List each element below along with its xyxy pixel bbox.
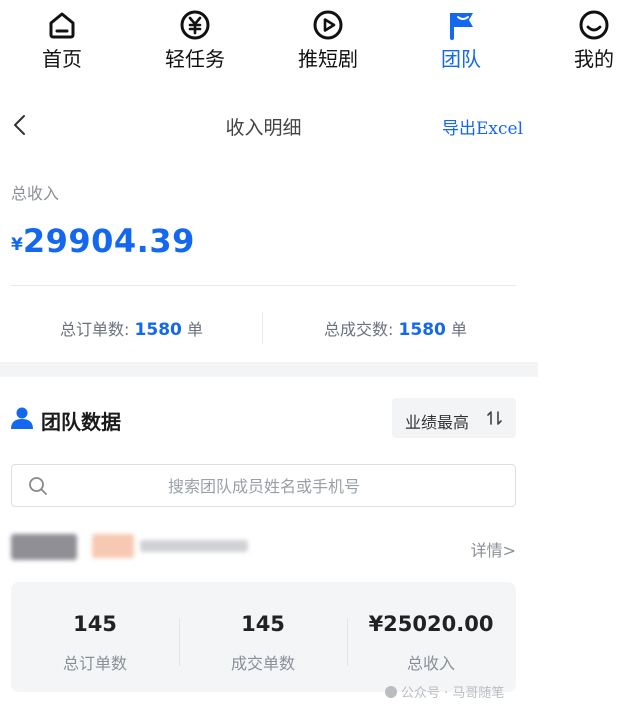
tab-mine[interactable]: 我的 — [544, 8, 627, 72]
member-orders-value: 145 — [73, 612, 117, 636]
stat-divider — [262, 312, 263, 344]
member-badge-redacted — [92, 534, 134, 558]
wechat-icon — [385, 686, 397, 698]
total-income-label: 总收入 — [11, 184, 60, 203]
user-icon — [11, 407, 33, 429]
member-name-redacted — [11, 534, 77, 560]
divider — [11, 285, 516, 286]
sort-icon — [487, 411, 502, 425]
tab-label: 我的 — [574, 47, 614, 71]
export-excel-link[interactable]: 导出Excel — [442, 114, 523, 139]
total-income-amount: ¥29904.39 — [11, 222, 195, 260]
total-deals-value: 1580 — [398, 320, 446, 340]
flag-icon — [450, 13, 473, 40]
search-input[interactable] — [72, 465, 456, 508]
member-detail-link[interactable]: 详情> — [471, 537, 516, 561]
tab-label: 团队 — [441, 47, 481, 71]
total-orders-unit: 单 — [186, 320, 203, 339]
order-stats-row: 总订单数: 1580 单 总成交数: 1580 单 — [0, 312, 527, 346]
watermark-text: 公众号 · 马哥随笔 — [401, 686, 505, 701]
watermark: 公众号 · 马哥随笔 — [385, 682, 504, 701]
total-orders-value: 1580 — [134, 320, 182, 340]
total-deals-stat: 总成交数: 1580 单 — [264, 316, 527, 340]
search-icon — [29, 477, 47, 495]
member-income-value: ¥25020.00 — [368, 612, 494, 636]
member-stats-card: 145 总订单数 145 成交单数 ¥25020.00 总收入 — [11, 582, 516, 692]
total-deals-label: 总成交数: — [324, 320, 394, 339]
member-deals-stat: 145 成交单数 — [179, 612, 347, 674]
smile-icon — [579, 10, 609, 40]
sort-label: 业绩最高 — [405, 413, 470, 432]
member-deals-label: 成交单数 — [230, 654, 295, 673]
member-deals-value: 145 — [241, 612, 285, 636]
member-orders-stat: 145 总订单数 — [11, 612, 179, 674]
tab-short-drama[interactable]: 推短剧 — [278, 8, 378, 72]
total-orders-stat: 总订单数: 1580 单 — [0, 316, 263, 340]
total-income-value: 29904.39 — [22, 222, 195, 260]
tab-bar: 首页 轻任务 推短剧 团队 我的 — [0, 0, 627, 88]
tab-label: 推短剧 — [298, 47, 358, 71]
tab-team[interactable]: 团队 — [411, 8, 511, 72]
tab-label: 首页 — [42, 47, 82, 71]
play-circle-icon — [313, 10, 343, 40]
section-separator — [0, 362, 538, 377]
currency-symbol: ¥ — [11, 235, 23, 255]
bottom-fill — [0, 692, 627, 715]
tab-light-tasks[interactable]: 轻任务 — [145, 8, 245, 72]
tab-label: 轻任务 — [165, 47, 225, 71]
tab-home[interactable]: 首页 — [12, 8, 112, 72]
member-income-stat: ¥25020.00 总收入 — [347, 612, 515, 674]
total-deals-unit: 单 — [450, 320, 467, 339]
member-phone-redacted — [140, 540, 248, 552]
team-data-title: 团队数据 — [41, 410, 121, 434]
total-orders-label: 总订单数: — [60, 320, 130, 339]
member-income-label: 总收入 — [406, 654, 455, 673]
yen-circle-icon — [180, 10, 210, 40]
member-orders-label: 总订单数 — [62, 654, 127, 673]
member-row[interactable]: 详情> — [0, 528, 527, 564]
member-search-box[interactable] — [11, 464, 516, 508]
sort-by-performance-button[interactable]: 业绩最高 — [392, 398, 516, 438]
home-icon — [49, 12, 75, 39]
title-bar: 收入明细 导出Excel — [0, 100, 540, 152]
